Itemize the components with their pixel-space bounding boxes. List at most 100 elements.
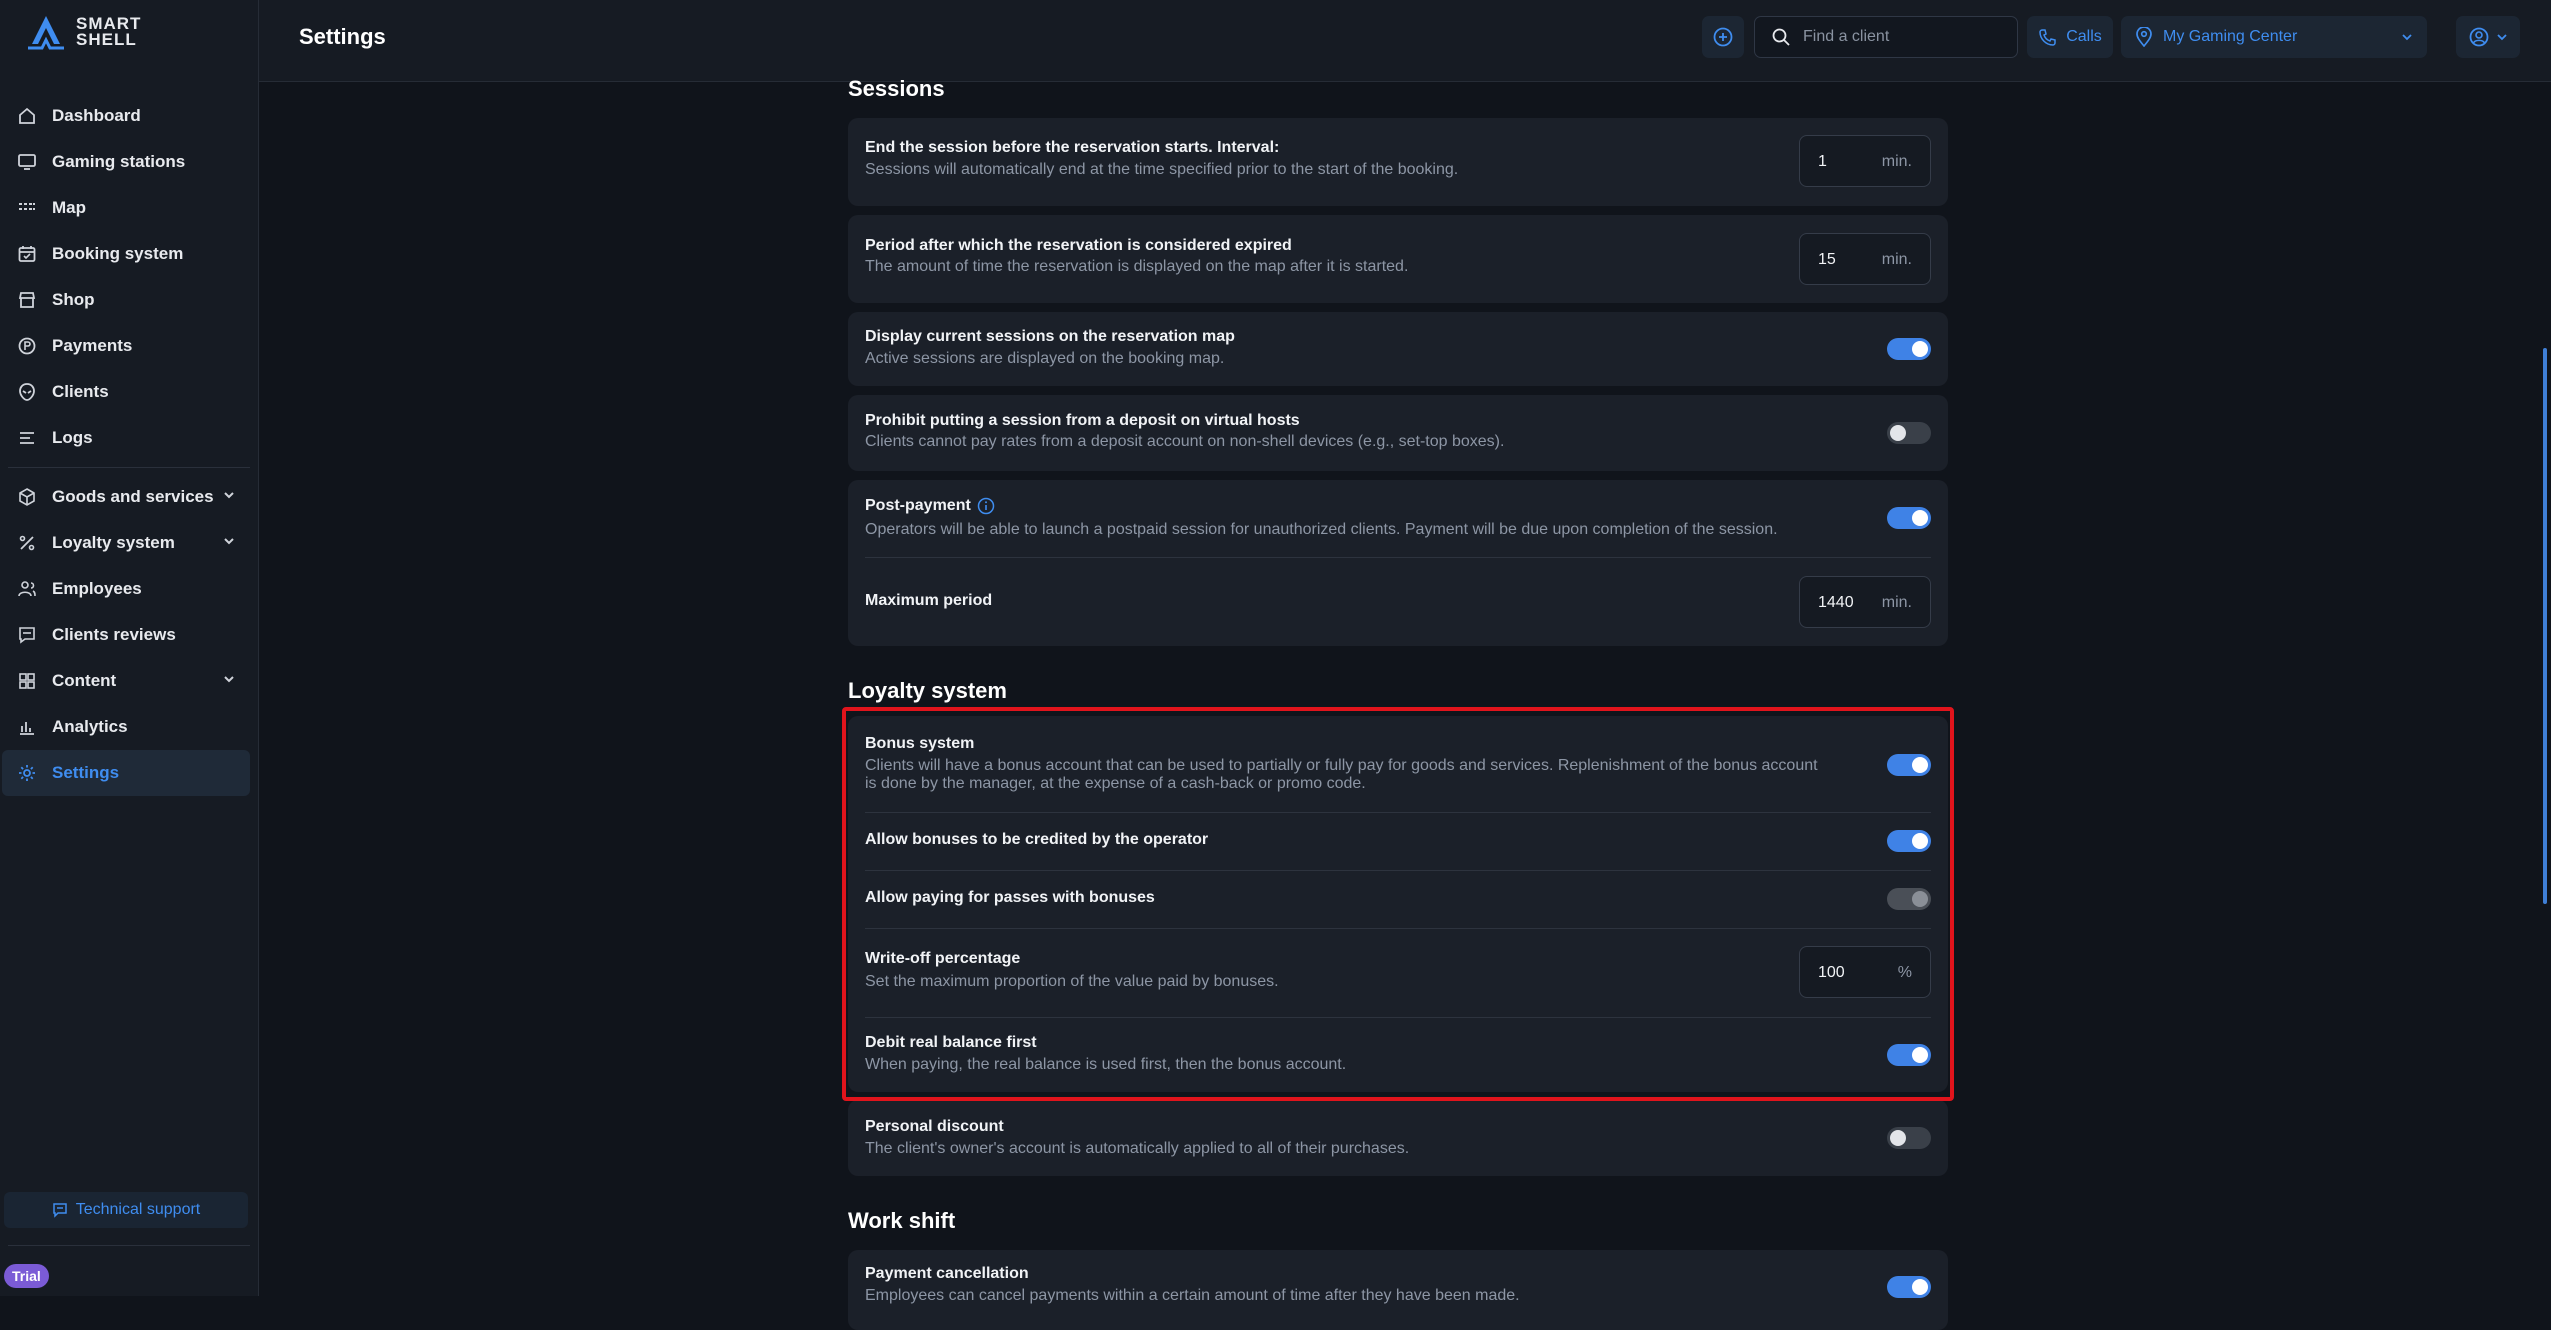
- sidebar-item-gaming-stations[interactable]: Gaming stations: [2, 139, 250, 185]
- page-title: Settings: [299, 24, 386, 49]
- search-icon: [1772, 28, 1790, 46]
- input-unit: %: [1897, 964, 1912, 981]
- work-shift-section-title: Work shift: [848, 1208, 956, 1233]
- chevron-down-icon: [2497, 34, 2507, 41]
- sidebar-item-map[interactable]: Map: [2, 185, 250, 231]
- sidebar-item-clients[interactable]: Clients: [2, 369, 250, 415]
- sidebar-item-label: Loyalty system: [52, 533, 175, 552]
- sidebar-divider: [8, 467, 250, 468]
- prohibit-deposit-toggle[interactable]: [1887, 422, 1931, 444]
- sidebar-nav: Dashboard Gaming stations Map Booking sy…: [0, 93, 258, 796]
- scrollbar-thumb[interactable]: [2543, 348, 2547, 904]
- end-before-interval-input[interactable]: 1 min.: [1799, 135, 1931, 187]
- setting-title: Payment cancellation: [865, 1265, 1029, 1282]
- personal-discount-toggle[interactable]: [1887, 1127, 1931, 1149]
- setting-title: Personal discount: [865, 1118, 1004, 1135]
- loyalty-section-title: Loyalty system: [848, 678, 1007, 703]
- sidebar-item-logs[interactable]: Logs: [2, 415, 250, 461]
- reviews-icon: [16, 624, 38, 646]
- sidebar-item-label: Analytics: [52, 717, 128, 736]
- post-payment-toggle[interactable]: [1887, 507, 1931, 529]
- location-pin-icon: [2136, 27, 2152, 47]
- sidebar-item-content[interactable]: Content: [2, 658, 250, 704]
- home-icon: [16, 105, 38, 127]
- sidebar-item-shop[interactable]: Shop: [2, 277, 250, 323]
- sidebar-item-label: Clients reviews: [52, 625, 176, 644]
- gear-icon: [16, 762, 38, 784]
- sidebar-item-settings[interactable]: Settings: [2, 750, 250, 796]
- input-value: 1: [1818, 153, 1827, 170]
- setting-description: Clients cannot pay rates from a deposit …: [865, 433, 1505, 450]
- max-period-title: Maximum period: [865, 592, 993, 609]
- setting-description: The client's owner's account is automati…: [865, 1140, 1410, 1157]
- center-select[interactable]: My Gaming Center: [2121, 16, 2427, 58]
- sidebar-item-employees[interactable]: Employees: [2, 566, 250, 612]
- sidebar-item-label: Settings: [52, 763, 120, 782]
- sessions-section-title: Sessions: [848, 76, 945, 101]
- calls-button[interactable]: Calls: [2027, 16, 2113, 58]
- display-current-sessions-toggle[interactable]: [1887, 338, 1931, 360]
- setting-description: Employees can cancel payments within a c…: [865, 1287, 1520, 1304]
- support-label: Technical support: [75, 1201, 201, 1218]
- sidebar-item-clients-reviews[interactable]: Clients reviews: [2, 612, 250, 658]
- sidebar-bottom-divider: [8, 1245, 250, 1246]
- max-period-input[interactable]: 1440 min.: [1799, 576, 1931, 628]
- setting-description: Set the maximum proportion of the value …: [865, 973, 1279, 990]
- store-icon: [16, 289, 38, 311]
- sidebar-item-analytics[interactable]: Analytics: [2, 704, 250, 750]
- phone-icon: [2039, 29, 2056, 46]
- bonus-system-toggle[interactable]: [1887, 754, 1931, 776]
- setting-description: The amount of time the reservation is di…: [865, 258, 1409, 275]
- percent-icon: [16, 532, 38, 554]
- setting-title: Prohibit putting a session from a deposi…: [865, 412, 1300, 429]
- sidebar-item-label: Payments: [52, 336, 133, 355]
- center-name: My Gaming Center: [2163, 28, 2298, 45]
- input-value: 1440: [1818, 594, 1854, 611]
- analytics-icon: [16, 716, 38, 738]
- info-icon[interactable]: [977, 497, 995, 515]
- sidebar-item-payments[interactable]: Payments: [2, 323, 250, 369]
- setting-personal-discount: Personal discount The client's owner's a…: [848, 1100, 1948, 1176]
- input-value: 15: [1818, 251, 1836, 268]
- operator-credit-toggle[interactable]: [1887, 830, 1931, 852]
- sidebar-item-label: Booking system: [52, 244, 184, 263]
- input-value: 100: [1818, 964, 1845, 981]
- trial-badge: Trial: [4, 1264, 49, 1288]
- map-icon: [16, 197, 38, 219]
- search-input[interactable]: Find a client: [1754, 16, 2018, 58]
- sidebar-item-label: Shop: [52, 290, 95, 309]
- loyalty-bonus-card: Bonus system Clients will have a bonus a…: [848, 716, 1948, 1092]
- sidebar-item-dashboard[interactable]: Dashboard: [2, 93, 250, 139]
- debit-real-balance-toggle[interactable]: [1887, 1044, 1931, 1066]
- setting-title: Post-payment: [865, 497, 971, 514]
- write-off-percentage-input[interactable]: 100 %: [1799, 946, 1931, 998]
- passes-bonuses-toggle[interactable]: [1887, 888, 1931, 910]
- add-button[interactable]: [1702, 16, 1744, 58]
- row-divider: [865, 812, 1931, 813]
- brand-logo[interactable]: SMART SHELL: [26, 14, 141, 50]
- setting-title: Display current sessions on the reservat…: [865, 328, 1235, 345]
- chevron-down-icon: [224, 538, 234, 545]
- setting-description: Sessions will automatically end at the t…: [865, 161, 1459, 178]
- sidebar-item-loyalty-system[interactable]: Loyalty system: [2, 520, 250, 566]
- calendar-icon: [16, 243, 38, 265]
- top-header: Settings Find a client Calls My Gaming C…: [259, 0, 2551, 82]
- sidebar-item-label: Clients: [52, 382, 109, 401]
- sidebar-item-booking-system[interactable]: Booking system: [2, 231, 250, 277]
- setting-description: Clients will have a bonus account that c…: [865, 757, 1818, 774]
- technical-support-button[interactable]: Technical support: [4, 1192, 248, 1228]
- sidebar-item-label: Goods and services: [52, 487, 214, 506]
- reservation-expired-input[interactable]: 15 min.: [1799, 233, 1931, 285]
- user-menu-button[interactable]: [2456, 16, 2520, 58]
- chat-icon: [52, 1203, 67, 1218]
- user-icon: [2469, 27, 2489, 47]
- calls-label: Calls: [2066, 28, 2102, 45]
- post-payment-title-row: Post-payment: [865, 497, 995, 515]
- setting-post-payment: Post-payment Operators will be able to l…: [848, 480, 1948, 646]
- row-divider: [865, 557, 1931, 558]
- sidebar-item-goods-and-services[interactable]: Goods and services: [2, 474, 250, 520]
- payment-cancellation-toggle[interactable]: [1887, 1276, 1931, 1298]
- sidebar-item-label: Logs: [52, 428, 93, 447]
- setting-title: Allow paying for passes with bonuses: [865, 889, 1155, 906]
- sidebar-item-label: Dashboard: [52, 106, 141, 125]
